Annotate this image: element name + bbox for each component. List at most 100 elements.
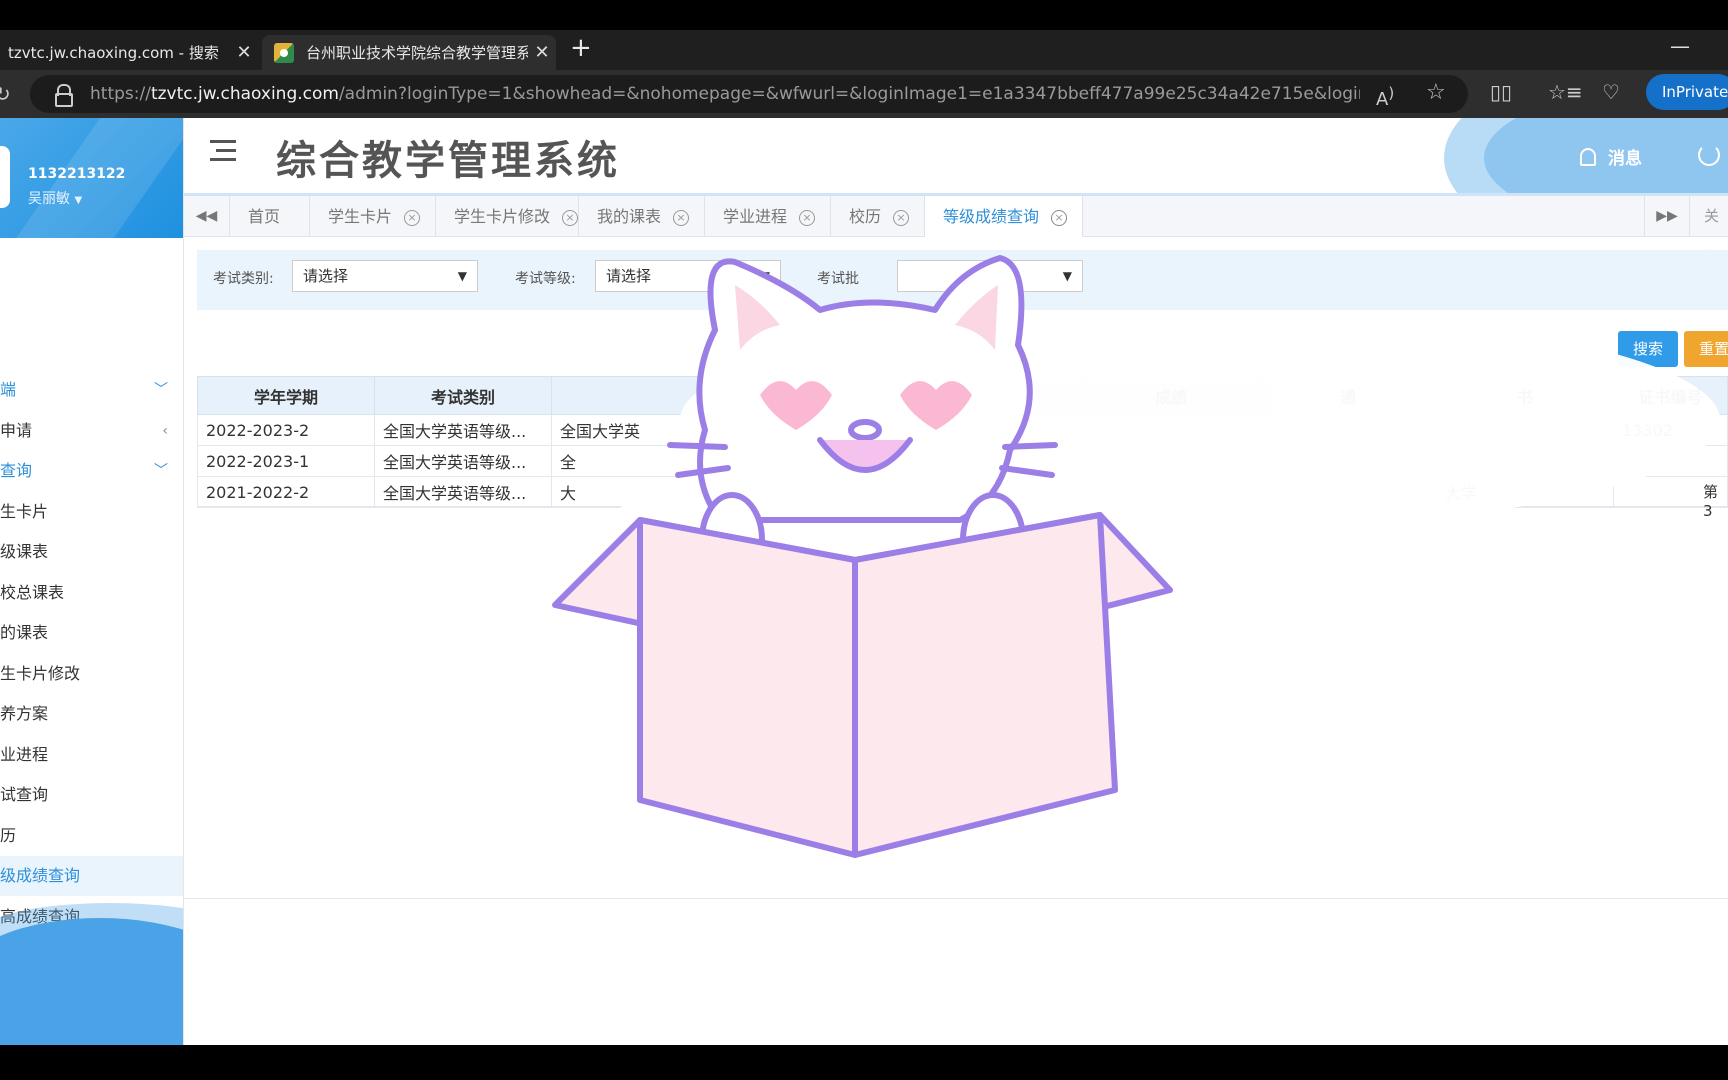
- sidebar-item[interactable]: 历: [0, 816, 183, 856]
- address-bar[interactable]: https://tzvtc.jw.chaoxing.com/admin?logi…: [30, 75, 1468, 113]
- tab-scroll-right-icon[interactable]: ▶▶: [1644, 196, 1690, 237]
- sidebar-item[interactable]: 级课表: [0, 532, 183, 572]
- user-name: 吴丽敏: [28, 191, 70, 207]
- favorites-icon[interactable]: ☆≡: [1548, 80, 1583, 104]
- sidebar-item-label: 养方案: [0, 704, 49, 723]
- page-tab-label: 学生卡片: [328, 207, 393, 226]
- browser-tab-active[interactable]: 台州职业技术学院综合教学管理系 ✕: [262, 35, 556, 70]
- reset-button[interactable]: 重置: [1684, 331, 1728, 367]
- page-tab[interactable]: 学生卡片修改 ×: [436, 196, 579, 237]
- table-cell: 全国大学英语等级...: [374, 414, 552, 446]
- close-tab-icon[interactable]: ×: [673, 209, 690, 226]
- table-row[interactable]: 2022-2023-2 全国大学英语等级... 全国大学英 科、 13302: [197, 414, 1728, 446]
- sidebar-item-label: 级课表: [0, 542, 49, 561]
- bell-icon: [1580, 147, 1596, 166]
- footer-divider: [184, 898, 1728, 899]
- sidebar-item[interactable]: 养方案: [0, 694, 183, 734]
- close-tab-icon[interactable]: ×: [404, 209, 421, 226]
- sidebar-item-label: 级成绩查询: [0, 866, 81, 885]
- app-header: 综合教学管理系统 消息: [184, 118, 1728, 193]
- page-tab-bar: ◀◀ 首页 学生卡片 × 学生卡片修改 × 我的课表 × 学业进程 × 校历 × 等级成绩查询 × ▶▶…: [184, 193, 1728, 266]
- exam-type-label: 考试类别:: [213, 271, 274, 287]
- column-header[interactable]: [728, 376, 906, 415]
- user-panel: 1132213122 吴丽敏 ▼: [0, 118, 183, 238]
- logout-power-icon[interactable]: [1698, 144, 1720, 166]
- page-tab[interactable]: 首页: [230, 196, 310, 237]
- browser-tab-title: tzvtc.jw.chaoxing.com - 搜索: [8, 44, 219, 62]
- sidebar-item-label: 历: [0, 825, 17, 845]
- page-tab-label: 学生卡片修改: [454, 207, 551, 226]
- page-tab[interactable]: 校历 ×: [831, 196, 925, 237]
- sidebar-decoration: [0, 918, 183, 1045]
- page-tab-label: 等级成绩查询: [943, 207, 1040, 226]
- table-cell: [1082, 414, 1260, 446]
- close-tab-icon[interactable]: ✕: [230, 42, 258, 63]
- sidebar-item-label: 业进程: [0, 744, 49, 764]
- page-tab[interactable]: 学生卡片 ×: [310, 196, 436, 237]
- close-tab-icon[interactable]: ×: [1051, 209, 1068, 226]
- url-scheme: https://: [90, 84, 151, 104]
- messages-label: 消息: [1608, 149, 1642, 169]
- web-app: 1132213122 吴丽敏 ▼ 端 ﹀ 申请 ‹ 查询 ﹀ 生卡片级课表校总课表 的课表生卡…: [0, 118, 1728, 1045]
- sidebar: 1132213122 吴丽敏 ▼ 端 ﹀ 申请 ‹ 查询 ﹀ 生卡片级课表校总课表 的课表生卡…: [0, 118, 184, 1045]
- sidebar-item[interactable]: 校总课表: [0, 573, 183, 613]
- exam-batch-select[interactable]: ▼: [897, 260, 1083, 292]
- split-screen-icon[interactable]: ▯▯: [1490, 80, 1512, 104]
- page-tab[interactable]: 等级成绩查询 ×: [925, 196, 1083, 237]
- sidebar-item[interactable]: 生卡片: [0, 492, 183, 532]
- new-tab-icon[interactable]: +: [570, 34, 592, 62]
- column-header[interactable]: 证书编号: [1613, 376, 1728, 415]
- sidebar-item[interactable]: 端 ﹀: [0, 370, 183, 410]
- refresh-icon[interactable]: ↻: [0, 82, 11, 106]
- table-cell: 科、: [905, 414, 1083, 446]
- lock-icon[interactable]: [54, 84, 73, 107]
- tab-scroll-left-icon[interactable]: ◀◀: [184, 196, 230, 237]
- sidebar-item-label: 生卡片修改: [0, 663, 81, 683]
- page-tab[interactable]: 我的课表 ×: [579, 196, 705, 237]
- close-tab-icon[interactable]: ×: [799, 209, 816, 226]
- user-id: 1132213122: [28, 166, 126, 182]
- sidebar-item[interactable]: 的课表: [0, 613, 183, 653]
- avatar[interactable]: [0, 146, 10, 208]
- column-header[interactable]: 书: [1436, 376, 1614, 415]
- close-tab-icon[interactable]: ✕: [528, 42, 556, 63]
- column-header[interactable]: [905, 376, 1083, 415]
- chevron-down-icon: ▼: [1062, 269, 1072, 283]
- page-tab-label: 我的课表: [597, 207, 662, 226]
- browser-tab-search[interactable]: tzvtc.jw.chaoxing.com - 搜索 ✕: [0, 35, 258, 70]
- page-tab[interactable]: 学业进程 ×: [705, 196, 831, 237]
- column-header[interactable]: 通: [1259, 376, 1437, 415]
- read-aloud-icon[interactable]: A): [1376, 84, 1394, 110]
- search-button[interactable]: 搜索: [1618, 331, 1678, 367]
- sidebar-item-label: 查询: [0, 461, 33, 480]
- page-tab-label: 校历: [849, 207, 882, 226]
- sidebar-item[interactable]: 试查询: [0, 775, 183, 815]
- url-path: /admin?loginType=1&showhead=&nohomepage=…: [338, 84, 1360, 104]
- column-header[interactable]: [551, 376, 729, 415]
- column-header[interactable]: 成绩: [1082, 376, 1260, 415]
- url-text[interactable]: https://tzvtc.jw.chaoxing.com/admin?logi…: [90, 84, 1360, 104]
- sidebar-item[interactable]: 业进程: [0, 735, 183, 775]
- messages-button[interactable]: 消息: [1580, 144, 1642, 169]
- user-name-dropdown[interactable]: 吴丽敏 ▼: [28, 188, 82, 208]
- sidebar-item[interactable]: 申请 ‹: [0, 411, 183, 451]
- menu-toggle-icon[interactable]: [210, 140, 236, 164]
- table-cell: [1436, 414, 1614, 446]
- favorite-star-icon[interactable]: ☆: [1426, 80, 1446, 105]
- column-header[interactable]: 考试类别: [374, 376, 552, 415]
- sidebar-item[interactable]: 级成绩查询: [0, 856, 183, 896]
- exam-level-select[interactable]: 请选择 ▼: [595, 260, 781, 292]
- browser-essentials-icon[interactable]: ♡: [1602, 80, 1620, 104]
- column-header[interactable]: 学年学期: [197, 376, 375, 415]
- minimize-icon[interactable]: —: [1670, 34, 1690, 58]
- main-area: 综合教学管理系统 消息 ◀◀ 首页 学生卡片 × 学生卡片修改 × 我的课表 × 学业进程 × 校…: [184, 118, 1728, 1045]
- exam-type-select[interactable]: 请选择 ▼: [292, 260, 478, 292]
- sidebar-item[interactable]: 查询 ﹀: [0, 451, 183, 491]
- inprivate-badge[interactable]: InPrivate: [1646, 74, 1728, 110]
- close-tab-icon[interactable]: ×: [893, 209, 910, 226]
- address-bar-row: ↻ https://tzvtc.jw.chaoxing.com/admin?lo…: [0, 70, 1728, 118]
- close-tabs-button[interactable]: 关闭: [1704, 196, 1728, 266]
- close-tab-icon[interactable]: ×: [562, 209, 579, 226]
- sidebar-item-label: 端: [0, 380, 17, 399]
- sidebar-item[interactable]: 生卡片修改: [0, 654, 183, 694]
